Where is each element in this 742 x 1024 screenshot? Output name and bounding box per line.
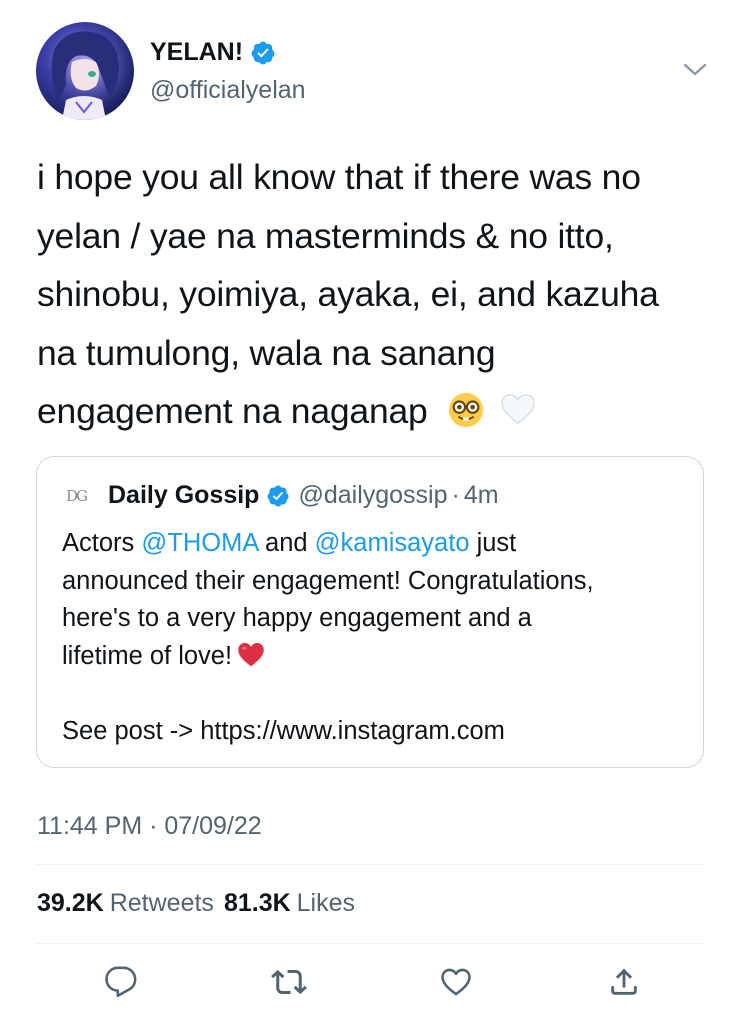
white-heart-emoji-icon: [501, 394, 535, 425]
separator-dot: ·: [451, 481, 460, 509]
quoted-author-handle[interactable]: @dailygossip: [298, 481, 447, 510]
author-avatar[interactable]: [36, 22, 134, 120]
author-display-name[interactable]: YELAN!: [150, 38, 276, 67]
reply-button[interactable]: [101, 962, 141, 1002]
retweet-button[interactable]: [269, 962, 309, 1002]
action-bar: [0, 962, 742, 1006]
tweet-timestamp[interactable]: 11:44 PM · 07/09/22: [37, 812, 262, 841]
divider: [36, 864, 706, 865]
retweets-count[interactable]: 39.2K: [37, 889, 104, 917]
tweet-line: shinobu, yoimiya, ayaka, ei, and kazuha: [37, 274, 659, 314]
share-button[interactable]: [604, 962, 644, 1002]
quoted-text-segment: just: [469, 529, 517, 557]
verified-badge-icon: [251, 41, 275, 64]
like-button[interactable]: [436, 962, 476, 1002]
quoted-line: Actors @THOMA and @kamisayato just: [62, 525, 692, 563]
quoted-tweet-time: 4m: [463, 481, 499, 509]
likes-count[interactable]: 81.3K: [224, 889, 291, 917]
quoted-text-segment: and: [257, 529, 315, 557]
quoted-tweet-text: Actors @THOMA and @kamisayato just annou…: [62, 525, 692, 750]
like-icon: [441, 968, 471, 996]
tweet-line: engagement na naganap: [37, 391, 428, 431]
quoted-line: lifetime of love!: [62, 638, 692, 676]
tweet-line: yelan / yae na masterminds & no itto,: [37, 215, 614, 256]
quoted-line: here's to a very happy engagement and a: [62, 604, 532, 632]
quoted-text-segment: lifetime of love!: [62, 641, 233, 670]
quoted-line: announced their engagement! Congratulati…: [62, 566, 594, 595]
engagement-stats: 39.2K Retweets 81.3K Likes: [37, 889, 365, 918]
see-post-link[interactable]: See post -> https://www.instagram.com: [62, 713, 692, 751]
quoted-tweet-card[interactable]: DG Daily Gossip @dailygossip · 4m Actors…: [36, 456, 704, 768]
likes-label[interactable]: Likes: [297, 889, 355, 917]
mention-link[interactable]: @kamisayato: [315, 529, 470, 557]
red-heart-emoji-icon: [238, 642, 264, 666]
quoted-author-name[interactable]: Daily Gossip: [108, 481, 259, 510]
tweet-line: i hope you all know that if there was no: [37, 157, 641, 197]
author-handle[interactable]: @officialyelan: [150, 76, 306, 105]
verified-badge-icon: [267, 485, 289, 506]
tweet-line-last: engagement na naganap: [37, 382, 717, 441]
tweet-text: i hope you all know that if there was no…: [37, 148, 717, 441]
nerd-face-emoji-icon: [449, 392, 484, 428]
quoted-text-segment: Actors: [62, 529, 142, 557]
chevron-down-icon[interactable]: [682, 60, 708, 80]
retweets-label[interactable]: Retweets: [110, 889, 214, 917]
divider: [36, 943, 706, 944]
tweet-line: na tumulong, wala na sanang: [37, 332, 496, 373]
retweet-icon: [271, 969, 307, 995]
mention-link[interactable]: @THOMA: [141, 529, 258, 557]
share-icon: [611, 968, 637, 995]
reply-icon: [105, 966, 137, 998]
quoted-tweet-header: DG Daily Gossip @dailygossip · 4m: [66, 481, 499, 510]
author-name-text[interactable]: YELAN!: [150, 38, 243, 67]
quoted-author-avatar[interactable]: DG: [66, 487, 96, 505]
